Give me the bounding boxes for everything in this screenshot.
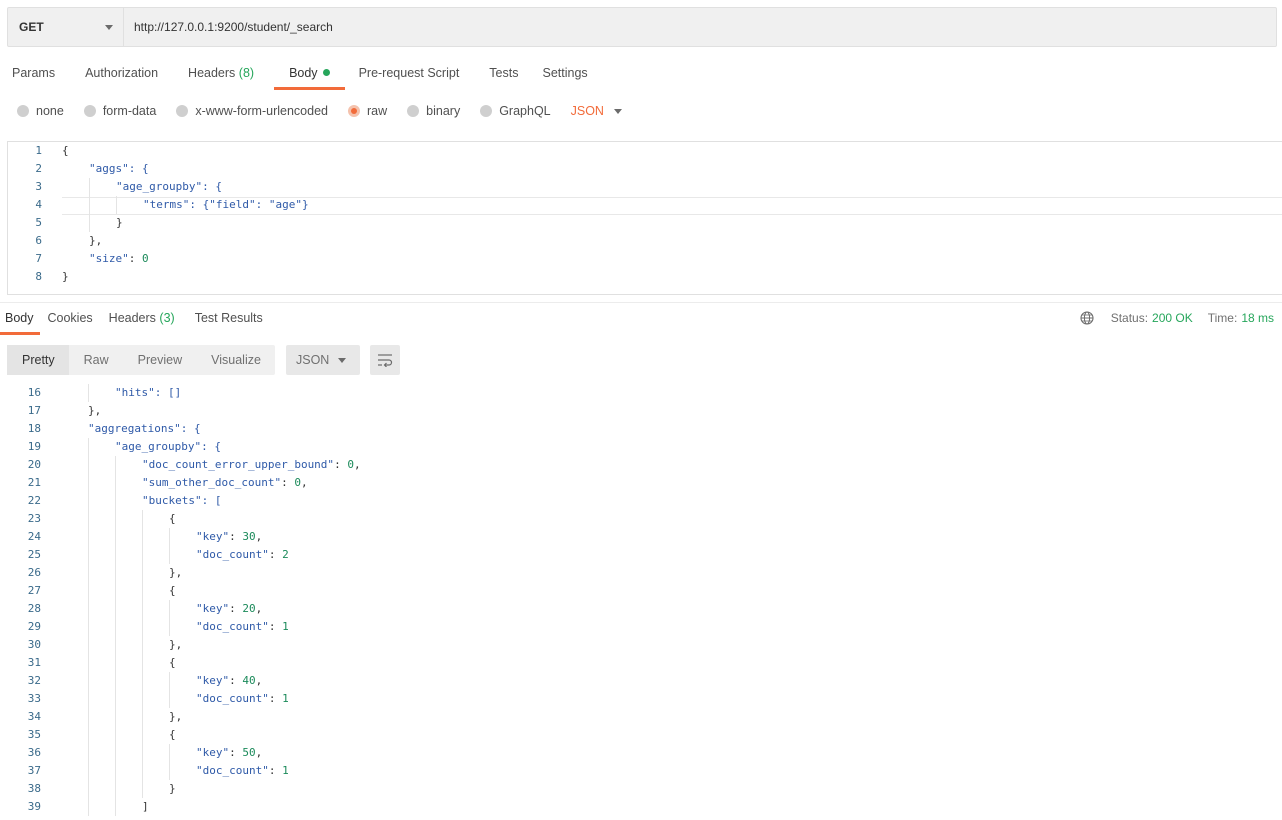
code-line: 27{	[7, 582, 1282, 600]
code-line: 8}	[35, 270, 69, 283]
wrap-lines-icon	[378, 354, 393, 367]
code-line: 39]	[7, 798, 1282, 816]
body-type-options: none form-data x-www-form-urlencoded raw…	[17, 101, 622, 121]
radio-circle-icon	[480, 105, 493, 117]
code-line: 26},	[7, 564, 1282, 582]
time-value: 18 ms	[1241, 311, 1274, 325]
code-line: 22 "buckets": [	[7, 492, 1282, 510]
response-body[interactable]: 16 "hits": [] 17}, 18 "aggregations": { 19…	[7, 384, 1282, 820]
code-line: 36 "key": 50,	[7, 744, 1282, 762]
code-line: 19 "age_groupby": {	[7, 438, 1282, 456]
view-mode-group: Pretty Raw Preview Visualize	[7, 345, 275, 375]
radio-none[interactable]: none	[17, 104, 64, 118]
radio-graphql[interactable]: GraphQL	[480, 104, 551, 118]
tab-settings[interactable]: Settings	[530, 58, 599, 90]
code-line: 34},	[7, 708, 1282, 726]
chevron-down-icon	[338, 357, 346, 363]
code-line: 6},	[35, 234, 103, 247]
tab-authorization[interactable]: Authorization	[67, 58, 170, 90]
code-line: 23{	[7, 510, 1282, 528]
radio-x-www-form-urlencoded[interactable]: x-www-form-urlencoded	[176, 104, 328, 118]
response-tab-test-results[interactable]: Test Results	[183, 305, 271, 335]
view-preview-button[interactable]: Preview	[123, 345, 196, 375]
code-line: 20 "doc_count_error_upper_bound": 0,	[7, 456, 1282, 474]
response-tab-cookies[interactable]: Cookies	[40, 305, 101, 335]
chevron-down-icon	[613, 108, 622, 114]
code-line: 33 "doc_count": 1	[7, 690, 1282, 708]
code-line: 30},	[7, 636, 1282, 654]
response-tab-headers[interactable]: Headers (3)	[101, 305, 183, 335]
code-line: 35{	[7, 726, 1282, 744]
tab-body[interactable]: Body	[274, 58, 345, 90]
view-pretty-button[interactable]: Pretty	[7, 345, 69, 375]
time-label: Time:	[1207, 311, 1238, 325]
radio-form-data[interactable]: form-data	[83, 104, 156, 118]
radio-selected-icon	[348, 105, 360, 117]
body-format-select[interactable]: JSON	[571, 104, 622, 118]
response-status: Status: 200 OK Time: 18 ms	[1080, 311, 1274, 325]
code-line: 1{	[35, 144, 69, 157]
code-line: 32 "key": 40,	[7, 672, 1282, 690]
code-line: 16 "hits": []	[7, 384, 1282, 402]
tab-tests[interactable]: Tests	[471, 58, 530, 90]
code-line: 31{	[7, 654, 1282, 672]
radio-circle-icon	[176, 105, 189, 117]
wrap-lines-button[interactable]	[370, 345, 400, 375]
code-line: 29 "doc_count": 1	[7, 618, 1282, 636]
code-line: 21 "sum_other_doc_count": 0,	[7, 474, 1282, 492]
code-line: 3 "age_groupby": {	[8, 178, 1282, 196]
code-line: 5}	[8, 214, 1282, 232]
method-select[interactable]: GET	[8, 8, 124, 46]
code-line: 24 "key": 30,	[7, 528, 1282, 546]
headers-count: (8)	[238, 66, 255, 80]
radio-circle-icon	[83, 105, 96, 117]
url-text: http://127.0.0.1:9200/student/_search	[134, 20, 333, 34]
view-visualize-button[interactable]: Visualize	[196, 345, 275, 375]
code-line: 25 "doc_count": 2	[7, 546, 1282, 564]
response-format-select[interactable]: JSON	[286, 345, 360, 375]
radio-circle-icon	[17, 105, 29, 117]
code-line: 38}	[7, 780, 1282, 798]
tab-pre-request-script[interactable]: Pre-request Script	[345, 58, 472, 90]
tab-params[interactable]: Params	[0, 58, 67, 90]
radio-binary[interactable]: binary	[407, 104, 460, 118]
code-line: 17},	[27, 404, 102, 417]
response-tab-body[interactable]: Body	[0, 305, 40, 335]
divider	[0, 302, 1282, 303]
code-line: 28 "key": 20,	[7, 600, 1282, 618]
code-line: 2 "aggs": {	[35, 162, 149, 175]
response-tabs: Body Cookies Headers (3) Test Results	[0, 305, 271, 335]
code-line: 18 "aggregations": {	[27, 422, 201, 435]
code-line: 7 "size": 0	[35, 252, 149, 265]
body-indicator-dot-icon	[322, 69, 330, 76]
tab-headers[interactable]: Headers (8)	[170, 58, 266, 90]
status-value: 200 OK	[1152, 311, 1193, 325]
globe-icon[interactable]	[1080, 311, 1094, 325]
radio-circle-icon	[407, 105, 420, 117]
request-body-editor[interactable]: 1{ 2 "aggs": { 3 "age_groupby": { 4 "terms"…	[7, 141, 1282, 295]
code-line: 37 "doc_count": 1	[7, 762, 1282, 780]
response-headers-count: (3)	[159, 311, 175, 325]
request-tabs: Params Authorization Headers (8) Body Pr…	[0, 58, 600, 90]
view-raw-button[interactable]: Raw	[69, 345, 123, 375]
status-label: Status:	[1110, 311, 1149, 325]
request-bar: GET http://127.0.0.1:9200/student/_searc…	[7, 7, 1277, 47]
chevron-down-icon	[105, 24, 113, 30]
url-input[interactable]: http://127.0.0.1:9200/student/_search	[124, 8, 1276, 46]
radio-raw[interactable]: raw	[348, 104, 387, 118]
code-line: 4 "terms": {"field": "age"}	[8, 196, 1282, 214]
method-label: GET	[19, 20, 44, 34]
